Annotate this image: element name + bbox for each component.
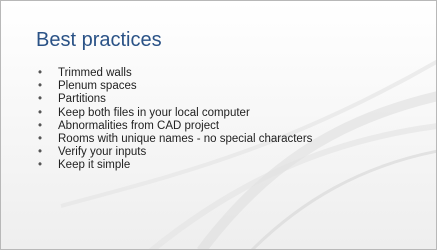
list-item: • Plenum spaces xyxy=(38,80,312,93)
bullet-icon: • xyxy=(38,119,43,132)
list-item-text: Rooms with unique names - no special cha… xyxy=(58,133,313,146)
list-item: • Abnormalities from CAD project xyxy=(38,120,312,133)
list-item: • Verify your inputs xyxy=(38,146,312,159)
bullet-icon: • xyxy=(38,80,43,93)
slide-title: Best practices xyxy=(36,29,162,51)
list-item: • Rooms with unique names - no special ch… xyxy=(38,133,312,146)
list-item-text: Keep both files in your local computer xyxy=(58,106,250,119)
list-item-text: Trimmed walls xyxy=(58,67,132,79)
bullet-icon: • xyxy=(38,133,43,146)
list-item: • Trimmed walls xyxy=(38,67,312,80)
bullet-icon: • xyxy=(38,67,43,79)
list-item-text: Abnormalities from CAD project xyxy=(58,119,220,132)
slide: Best practices • Trimmed walls • Plenum sp… xyxy=(0,0,437,250)
list-item: • Keep both files in your local computer xyxy=(38,107,312,120)
list-item-text: Verify your inputs xyxy=(58,146,147,159)
list-item: • Keep it simple xyxy=(38,159,312,172)
bullet-icon: • xyxy=(38,93,43,106)
bullet-list: • Trimmed walls • Plenum spaces • Partition… xyxy=(38,67,312,173)
bullet-icon: • xyxy=(38,159,43,172)
list-item-text: Keep it simple xyxy=(58,159,131,172)
bullet-icon: • xyxy=(38,146,43,159)
bullet-icon: • xyxy=(38,106,43,119)
list-item-text: Partitions xyxy=(58,93,106,106)
list-item: • Partitions xyxy=(38,93,312,106)
list-item-text: Plenum spaces xyxy=(58,80,137,93)
